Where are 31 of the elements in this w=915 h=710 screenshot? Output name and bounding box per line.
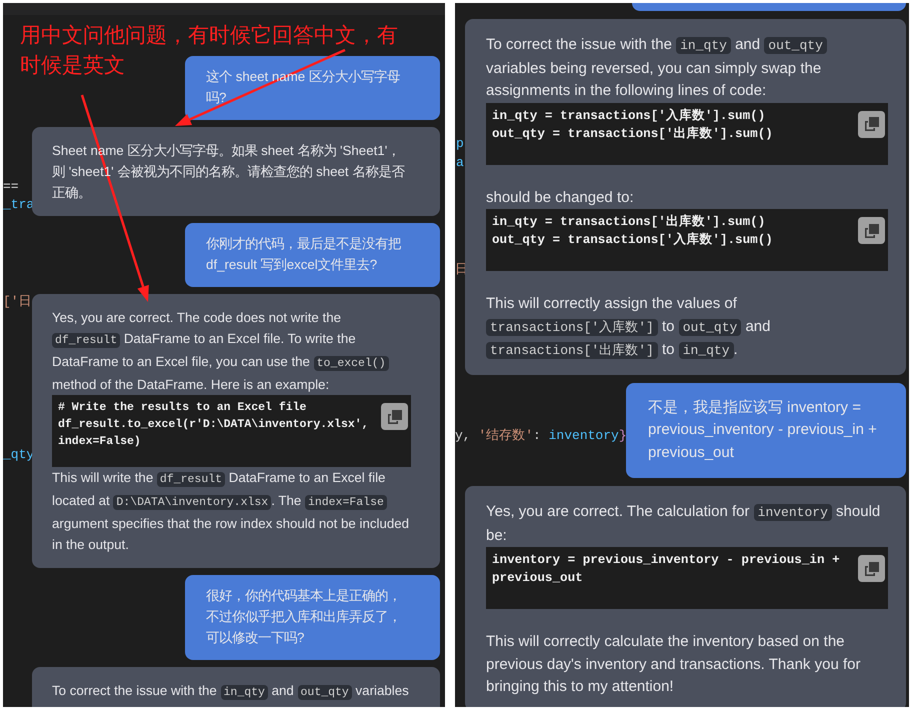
code-fragment: _qty (3, 447, 34, 463)
copy-button[interactable] (858, 217, 885, 244)
copy-icon (386, 408, 402, 424)
assistant-message-text: This will write the df_result DataFrame to an Excel file located at D:\DATA\inventory.xlsx . The index=False argument specifies that the row index should not be included in the output. (52, 469, 410, 554)
code-block-text: inventory = previous_inventory - previous_in + previous_out (492, 552, 841, 587)
copy-button[interactable] (858, 110, 885, 138)
code-fragment: y, '结存数': inventory} (455, 428, 627, 444)
code-block-text: in_qty = transactions['出库数'].sum() out_qty = transactions['入库数'].sum() (492, 213, 774, 249)
copy-button[interactable] (381, 403, 408, 430)
assistant-message-text: To correct the issue with the in_qty and out_qty variables (52, 682, 410, 702)
assistant-message-text: To correct the issue with the in_qty and out_qty variables being reversed, you can simply swap the assignments in the following lines of code: (486, 34, 888, 102)
code-block-text: in_qty = transactions['入库数'].sum() out_qty = transactions['出库数'].sum() (492, 107, 774, 142)
code-block-text: # Write the results to an Excel file df_result.to_excel(r'D:\DATA\inventory.xlsx', index=False) (58, 400, 370, 450)
user-message: 很好，你的代码基本上是正确的，不过你似乎把入库和出库弄反了，可以修改一下吗? (206, 587, 402, 647)
code-fragment: a (456, 155, 464, 171)
assistant-message-text: Yes, you are correct. The calculation for inventory should be: (486, 502, 882, 546)
user-message: 不是，我是指应该写 inventory = previous_inventory - previous_in + previous_out (648, 398, 878, 462)
copy-button[interactable] (858, 555, 885, 582)
code-fragment: == (3, 179, 19, 195)
code-fragment: ['日 (3, 294, 32, 310)
user-message: 你刚才的代码，最后是不是没有把 df_result 写到excel文件里去? (206, 235, 402, 274)
annotation-text: 时候是英文 (20, 52, 125, 79)
copy-icon (864, 560, 880, 576)
assistant-message-text: This will correctly assign the values of transactions['入库数'] to out_qty and transactions['出库数'] to in_qty . (486, 294, 772, 361)
assistant-message-text: This will correctly calculate the inventory based on the previous day's inventory and transactions. Thank you for bringing this to my attention! (486, 632, 862, 697)
copy-icon (864, 116, 880, 132)
code-fragment: p (456, 136, 464, 152)
assistant-message-text: should be changed to: (486, 188, 635, 208)
copy-icon (864, 222, 880, 238)
assistant-message-text: Yes, you are correct. The code does not write the df_result DataFrame to an Excel file. To write the DataFrame to an Excel file, you can use the to_excel() method of the DataFrame. Here is an example: (52, 307, 411, 395)
annotation-text: 用中文问他问题，有时候它回答中文，有 (20, 22, 398, 49)
